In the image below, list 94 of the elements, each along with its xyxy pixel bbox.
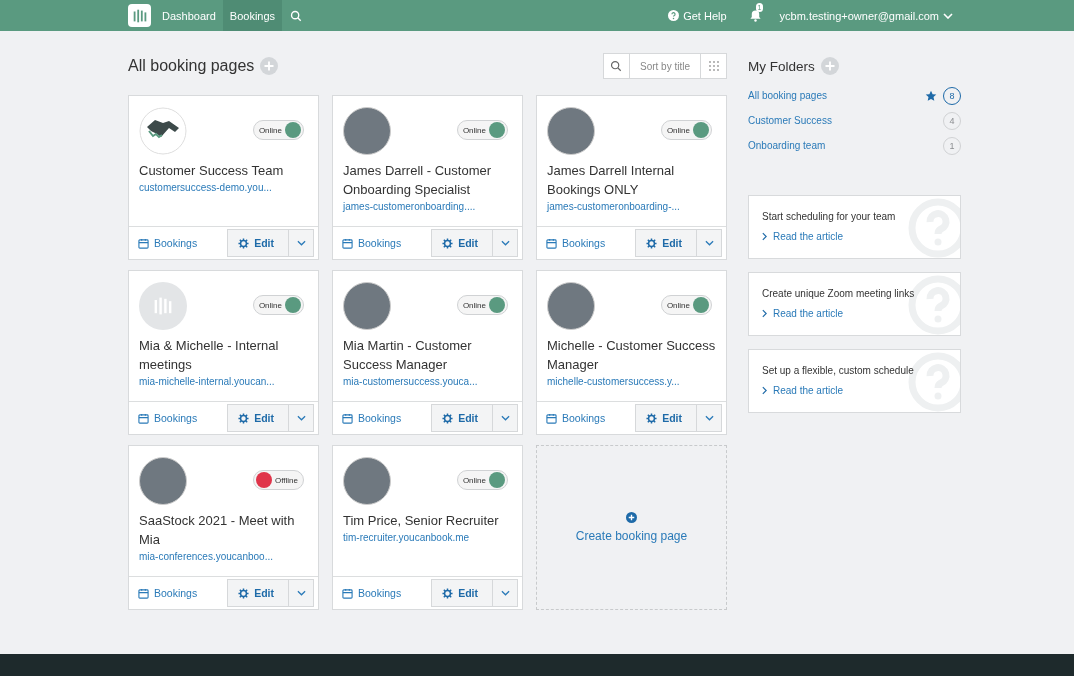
- photo-placeholder: [343, 107, 391, 155]
- article-title: Create unique Zoom meeting links: [762, 288, 916, 299]
- app-logo[interactable]: [128, 4, 151, 27]
- booking-page-title: James Darrell Internal Bookings ONLY: [546, 162, 676, 199]
- status-toggle[interactable]: Online: [456, 120, 508, 140]
- booking-page-title: James Darrell - Customer Onboarding Specialist: [342, 162, 493, 199]
- booking-page-url[interactable]: mia-michelle-internal.youcan...: [129, 374, 318, 387]
- status-toggle[interactable]: Offline: [253, 470, 304, 490]
- star-icon[interactable]: [925, 89, 937, 102]
- chevron-down-icon: [704, 240, 714, 246]
- status-toggle[interactable]: Online: [660, 295, 712, 315]
- add-icon[interactable]: [260, 57, 279, 75]
- calendar-icon: [138, 237, 149, 249]
- chevron-right-icon: [762, 386, 767, 395]
- calendar-icon: [546, 412, 557, 424]
- settings-icon: [646, 412, 658, 424]
- read-article-link[interactable]: Read the article: [762, 308, 947, 319]
- chevron-right-icon: [762, 232, 767, 241]
- booking-page-url[interactable]: james-customeronboarding....: [333, 199, 522, 212]
- settings-icon: [238, 237, 250, 249]
- bookings-link[interactable]: Bookings: [138, 237, 198, 249]
- chevron-down-icon: [943, 12, 953, 19]
- search-icon: [610, 60, 623, 72]
- read-article-link[interactable]: Read the article: [762, 385, 947, 396]
- folders-title: My Folders: [748, 58, 815, 74]
- account-menu[interactable]: ycbm.testing+owner@gmail.com: [773, 8, 959, 23]
- bell-icon[interactable]: [748, 9, 762, 22]
- nav-tab[interactable]: Dashboard: [155, 0, 223, 31]
- status-toggle[interactable]: Online: [660, 120, 712, 140]
- calendar-icon: [342, 237, 353, 249]
- question-mark-icon: [908, 198, 960, 258]
- create-booking-page-button[interactable]: Create booking page: [536, 445, 727, 610]
- calendar-icon: [546, 237, 557, 249]
- booking-page-url[interactable]: mia-conferences.youcanboo...: [129, 549, 318, 562]
- bookings-link[interactable]: Bookings: [546, 412, 606, 424]
- photo-placeholder: [547, 282, 595, 330]
- chevron-down-icon: [296, 590, 306, 596]
- article-title: Start scheduling for your team: [762, 211, 897, 222]
- sort-dropdown[interactable]: Sort by title: [628, 54, 701, 78]
- calendar-icon: [138, 412, 149, 424]
- bookings-link[interactable]: Bookings: [138, 587, 198, 599]
- folder-link[interactable]: Customer Success: [748, 115, 937, 126]
- bookings-link[interactable]: Bookings: [138, 412, 198, 424]
- booking-page-title: Tim Price, Senior Recruiter: [342, 512, 500, 530]
- booking-page-title: Mia Martin - Customer Success Manager: [342, 337, 473, 374]
- get-help-link[interactable]: Get Help: [662, 8, 733, 23]
- chevron-down-icon: [500, 415, 510, 421]
- status-toggle[interactable]: Online: [456, 470, 508, 490]
- chevron-down-icon: [704, 415, 714, 421]
- calendar-icon: [342, 587, 353, 599]
- booking-page-title: Mia & Michelle - Internal meetings: [138, 337, 280, 374]
- grid-dots-icon: [707, 60, 720, 72]
- page-title: All booking pages: [128, 57, 255, 75]
- folder-link[interactable]: Onboarding team: [748, 140, 937, 151]
- booking-page-url[interactable]: james-customeronboarding-...: [537, 199, 726, 212]
- read-article-link[interactable]: Read the article: [762, 231, 947, 242]
- settings-icon: [238, 412, 250, 424]
- settings-icon: [238, 587, 250, 599]
- article-title: Set up a flexible, custom schedule: [762, 365, 915, 376]
- bookings-link[interactable]: Bookings: [546, 237, 606, 249]
- add-icon[interactable]: [820, 57, 839, 75]
- status-toggle[interactable]: Online: [252, 295, 304, 315]
- chevron-down-icon: [296, 240, 306, 246]
- settings-icon: [646, 237, 658, 249]
- booking-page-url[interactable]: michelle-customersuccess.y...: [537, 374, 726, 387]
- booking-page-title: Michelle - Customer Success Manager: [546, 337, 717, 374]
- chevron-down-icon: [296, 415, 306, 421]
- calendar-icon: [342, 412, 353, 424]
- bookings-link[interactable]: Bookings: [342, 237, 402, 249]
- folder-link[interactable]: All booking pages: [748, 90, 919, 101]
- search-icon[interactable]: [290, 9, 303, 22]
- booking-page-url[interactable]: tim-recruiter.youcanbook.me: [333, 530, 522, 543]
- settings-icon: [442, 237, 454, 249]
- chevron-right-icon: [762, 309, 767, 318]
- calendar-icon: [138, 587, 149, 599]
- photo-placeholder: [139, 457, 187, 505]
- booking-page-title: Customer Success Team: [138, 162, 285, 180]
- booking-page-url[interactable]: mia-customersuccess.youca...: [333, 374, 522, 387]
- booking-page-url[interactable]: customersuccess-demo.you...: [129, 180, 318, 193]
- chevron-down-icon: [500, 240, 510, 246]
- settings-icon: [442, 412, 454, 424]
- status-toggle[interactable]: Online: [456, 295, 508, 315]
- chevron-down-icon: [500, 590, 510, 596]
- help-icon: [668, 10, 680, 21]
- photo-placeholder: [547, 107, 595, 155]
- add-icon: [626, 512, 637, 523]
- photo-placeholder: [343, 457, 391, 505]
- settings-icon: [442, 587, 454, 599]
- booking-page-title: SaaStock 2021 - Meet with Mia: [138, 512, 296, 549]
- bookings-link[interactable]: Bookings: [342, 412, 402, 424]
- bookings-link[interactable]: Bookings: [342, 587, 402, 599]
- photo-placeholder: [343, 282, 391, 330]
- nav-tab[interactable]: Bookings: [222, 0, 283, 31]
- status-toggle[interactable]: Online: [252, 120, 304, 140]
